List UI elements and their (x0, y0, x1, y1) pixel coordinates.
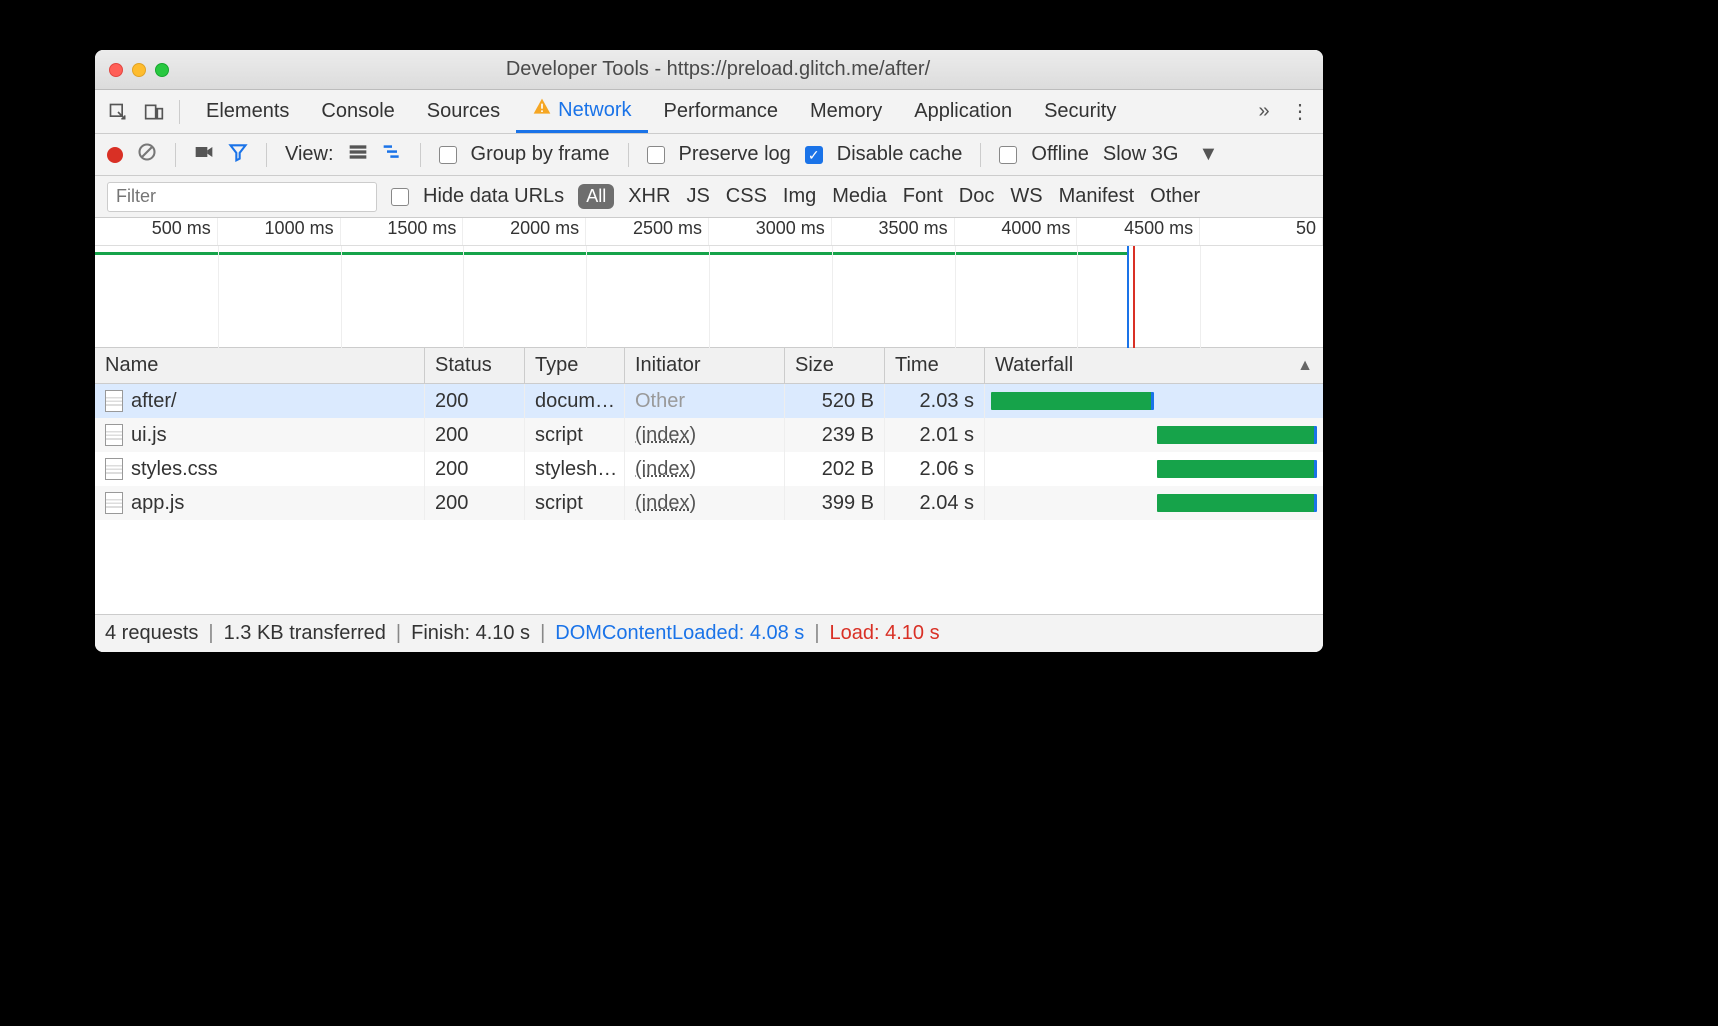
filter-icon[interactable] (228, 142, 248, 168)
tab-console[interactable]: Console (305, 90, 410, 133)
document-icon (105, 390, 123, 412)
filter-input[interactable] (107, 182, 377, 212)
col-name[interactable]: Name (95, 348, 425, 383)
col-size[interactable]: Size (785, 348, 885, 383)
col-status[interactable]: Status (425, 348, 525, 383)
dcl-marker (1127, 246, 1129, 348)
table-row[interactable]: after/200docum…Other520 B2.03 s (95, 384, 1323, 418)
clear-icon[interactable] (137, 142, 157, 168)
status-load: Load: 4.10 s (830, 622, 940, 645)
table-row[interactable]: styles.css200stylesh…(index)202 B2.06 s (95, 452, 1323, 486)
tab-performance[interactable]: Performance (648, 90, 795, 133)
chevron-down-icon[interactable]: ▼ (1198, 143, 1218, 166)
col-time[interactable]: Time (885, 348, 985, 383)
col-initiator[interactable]: Initiator (625, 348, 785, 383)
filter-all-pill[interactable]: All (578, 184, 614, 209)
timeline-tick: 4500 ms (1077, 218, 1200, 245)
tab-application[interactable]: Application (898, 90, 1028, 133)
status-transferred: 1.3 KB transferred (224, 622, 386, 645)
waterfall-view-icon[interactable] (382, 142, 402, 168)
initiator-link[interactable]: (index) (635, 424, 696, 447)
document-icon (105, 458, 123, 480)
tab-memory[interactable]: Memory (794, 90, 898, 133)
status-requests: 4 requests (105, 622, 198, 645)
throttle-select[interactable]: Slow 3G (1103, 143, 1179, 166)
initiator-link[interactable]: (index) (635, 458, 696, 481)
col-type[interactable]: Type (525, 348, 625, 383)
initiator-link[interactable]: (index) (635, 492, 696, 515)
inspect-icon[interactable] (103, 102, 133, 122)
more-tabs-icon[interactable]: » (1249, 100, 1279, 123)
filter-bar: Hide data URLs All XHR JS CSS Img Media Font D… (95, 176, 1323, 218)
filter-type-ws[interactable]: WS (1010, 185, 1042, 208)
table-header: Name Status Type Initiator Size Time Wat… (95, 348, 1323, 384)
timeline-tick: 2500 ms (586, 218, 709, 245)
timeline-tick: 50 (1200, 218, 1323, 245)
view-label: View: (285, 143, 334, 166)
timeline-tick: 3000 ms (709, 218, 832, 245)
network-toolbar: View: Group by frame Preserve log Disabl… (95, 134, 1323, 176)
filter-type-other[interactable]: Other (1150, 185, 1200, 208)
filter-type-manifest[interactable]: Manifest (1059, 185, 1135, 208)
col-waterfall[interactable]: Waterfall▲ (985, 348, 1323, 383)
timeline-tick: 4000 ms (955, 218, 1078, 245)
warning-icon (532, 97, 552, 123)
offline-label: Offline (1031, 143, 1088, 166)
panel-tabs: ElementsConsoleSourcesNetworkPerformance… (95, 90, 1323, 134)
filter-type-font[interactable]: Font (903, 185, 943, 208)
hide-data-urls-checkbox[interactable] (391, 188, 409, 206)
filter-type-media[interactable]: Media (832, 185, 886, 208)
timeline-overview[interactable]: 500 ms1000 ms1500 ms2000 ms2500 ms3000 m… (95, 218, 1323, 348)
preserve-log-checkbox[interactable] (647, 146, 665, 164)
titlebar: Developer Tools - https://preload.glitch… (95, 50, 1323, 90)
timeline-tick: 3500 ms (832, 218, 955, 245)
filter-type-xhr[interactable]: XHR (628, 185, 670, 208)
camera-icon[interactable] (194, 142, 214, 168)
record-icon[interactable] (107, 147, 123, 163)
initiator-link: Other (635, 390, 685, 413)
load-marker (1133, 246, 1135, 348)
filter-type-img[interactable]: Img (783, 185, 816, 208)
tab-security[interactable]: Security (1028, 90, 1132, 133)
request-table: after/200docum…Other520 B2.03 sui.js200s… (95, 384, 1323, 614)
preserve-log-label: Preserve log (679, 143, 791, 166)
status-bar: 4 requests | 1.3 KB transferred | Finish… (95, 614, 1323, 652)
document-icon (105, 424, 123, 446)
close-icon[interactable] (109, 63, 123, 77)
timeline-activity-bar (95, 252, 1127, 255)
timeline-tick: 1000 ms (218, 218, 341, 245)
sort-asc-icon: ▲ (1297, 357, 1313, 375)
large-rows-icon[interactable] (348, 142, 368, 168)
status-finish: Finish: 4.10 s (411, 622, 530, 645)
table-row[interactable]: ui.js200script(index)239 B2.01 s (95, 418, 1323, 452)
waterfall-bar (991, 392, 1154, 410)
disable-cache-label: Disable cache (837, 143, 963, 166)
tab-sources[interactable]: Sources (411, 90, 516, 133)
devtools-window: Developer Tools - https://preload.glitch… (95, 50, 1323, 652)
group-by-frame-checkbox[interactable] (439, 146, 457, 164)
group-by-frame-label: Group by frame (471, 143, 610, 166)
device-toggle-icon[interactable] (139, 102, 169, 122)
status-dcl: DOMContentLoaded: 4.08 s (555, 622, 804, 645)
timeline-tick: 500 ms (95, 218, 218, 245)
document-icon (105, 492, 123, 514)
offline-checkbox[interactable] (999, 146, 1017, 164)
waterfall-bar (1157, 460, 1317, 478)
divider (179, 100, 180, 124)
filter-type-css[interactable]: CSS (726, 185, 767, 208)
timeline-tick: 2000 ms (463, 218, 586, 245)
waterfall-bar (1157, 494, 1317, 512)
window-title: Developer Tools - https://preload.glitch… (127, 58, 1309, 81)
disable-cache-checkbox[interactable] (805, 146, 823, 164)
timeline-tick: 1500 ms (341, 218, 464, 245)
hide-data-urls-label: Hide data URLs (423, 185, 564, 208)
filter-type-doc[interactable]: Doc (959, 185, 995, 208)
filter-type-js[interactable]: JS (686, 185, 709, 208)
tab-network[interactable]: Network (516, 90, 647, 133)
table-row[interactable]: app.js200script(index)399 B2.04 s (95, 486, 1323, 520)
tab-elements[interactable]: Elements (190, 90, 305, 133)
kebab-menu-icon[interactable]: ⋮ (1285, 99, 1315, 124)
waterfall-bar (1157, 426, 1317, 444)
